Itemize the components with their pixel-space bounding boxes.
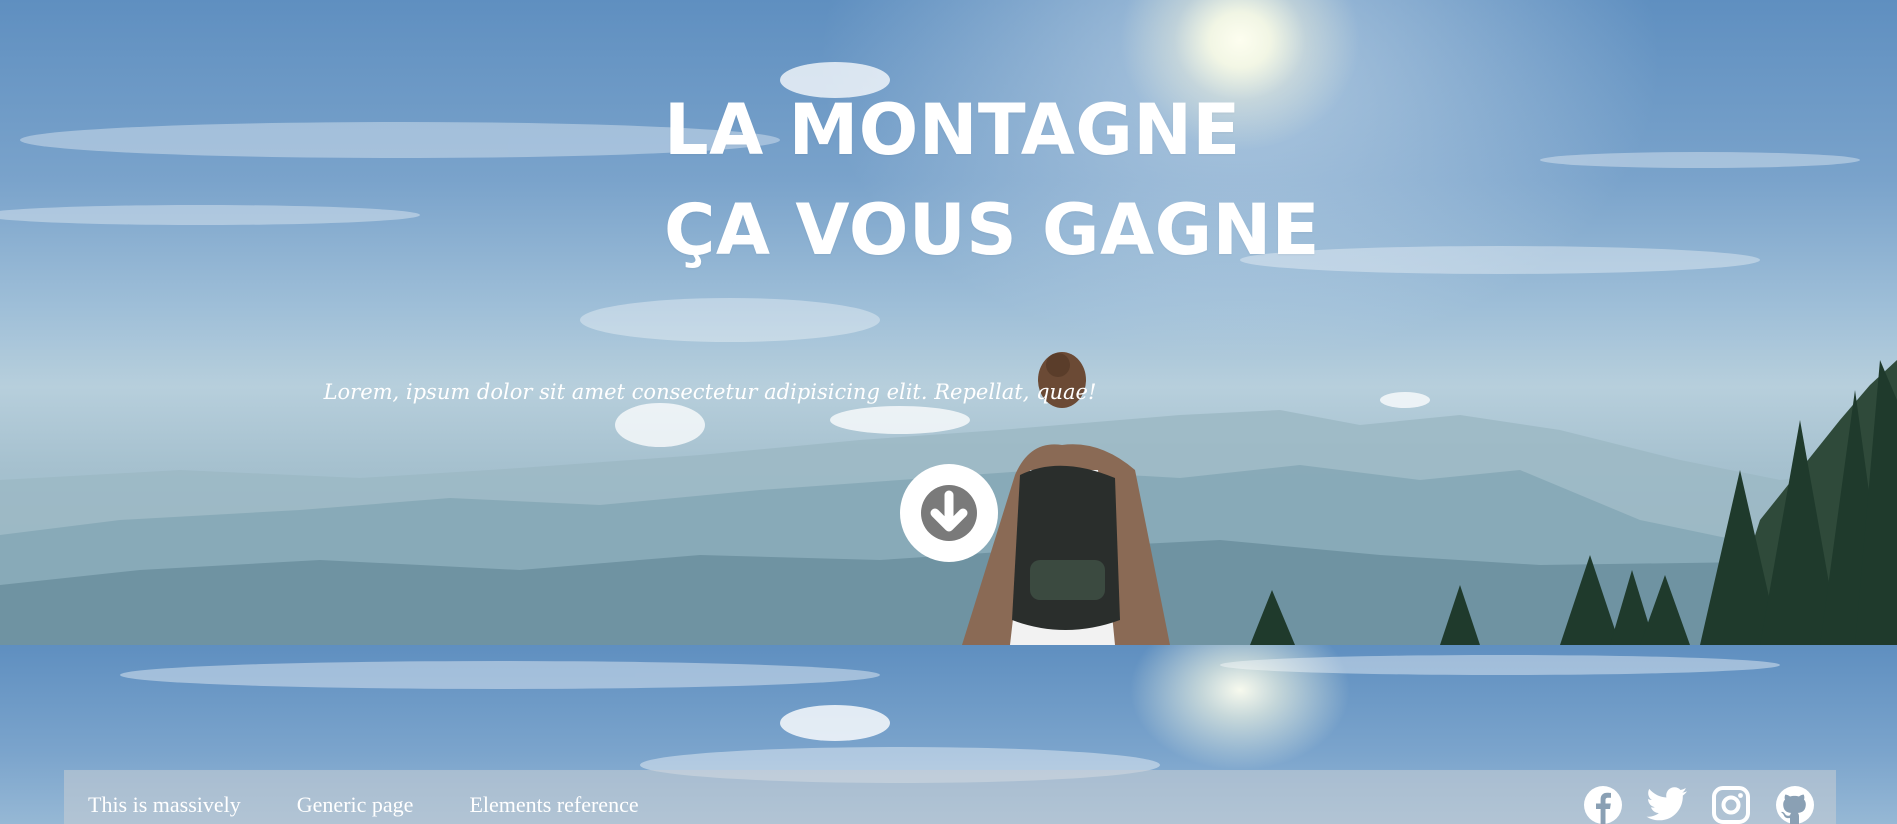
scroll-down-button[interactable]	[900, 464, 998, 562]
instagram-icon	[1712, 786, 1750, 824]
facebook-link[interactable]	[1582, 784, 1624, 824]
nav-link-generic-page[interactable]: Generic page	[297, 792, 414, 818]
hero-section: LA MONTAGNE ÇA VOUS GAGNE Lorem, ipsum d…	[0, 0, 1897, 645]
facebook-icon	[1584, 786, 1622, 824]
page: LA MONTAGNE ÇA VOUS GAGNE Lorem, ipsum d…	[0, 0, 1897, 824]
hero-subtitle: Lorem, ipsum dolor sit amet consectetur …	[323, 380, 1097, 404]
hero-title: LA MONTAGNE ÇA VOUS GAGNE	[664, 80, 1320, 280]
nav-link-massively[interactable]: This is massively	[88, 792, 241, 818]
hero-title-line2: ÇA VOUS GAGNE	[664, 189, 1320, 271]
nav-link-elements-reference[interactable]: Elements reference	[469, 792, 638, 818]
bottom-nav-bar: This is massively Generic page Elements …	[64, 770, 1836, 824]
github-link[interactable]	[1774, 784, 1816, 824]
instagram-link[interactable]	[1710, 784, 1752, 824]
twitter-icon	[1646, 787, 1687, 821]
hero-title-line1: LA MONTAGNE	[664, 89, 1241, 171]
nav-links: This is massively Generic page Elements …	[64, 770, 695, 818]
social-icons	[1560, 784, 1816, 824]
github-icon	[1776, 786, 1814, 824]
arrow-down-circle-icon	[921, 485, 977, 541]
twitter-link[interactable]	[1646, 784, 1688, 824]
